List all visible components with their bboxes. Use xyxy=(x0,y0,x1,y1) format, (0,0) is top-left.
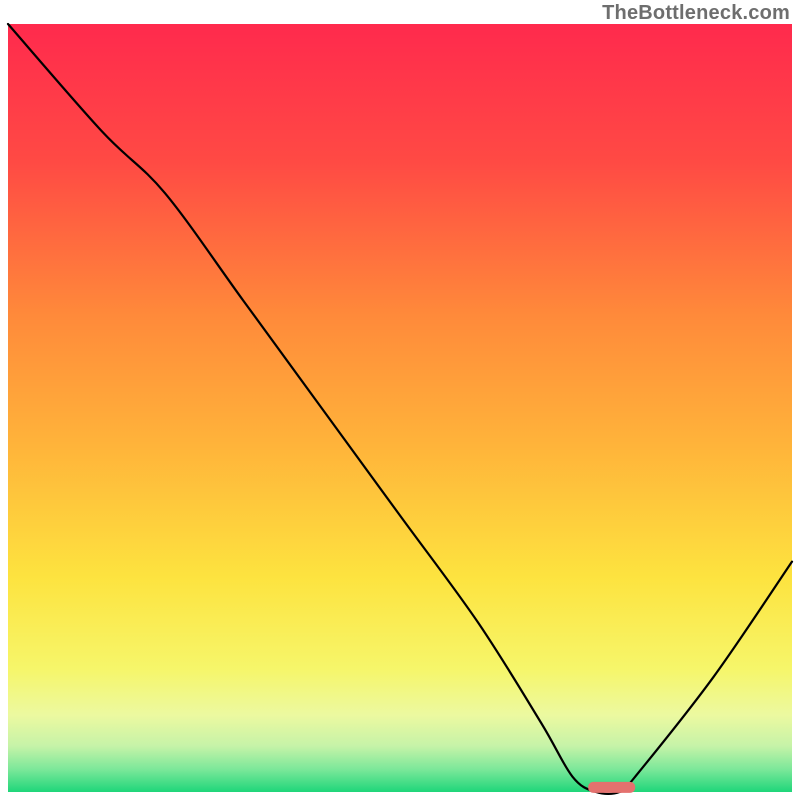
watermark-label: TheBottleneck.com xyxy=(602,2,790,25)
chart-container: TheBottleneck.com xyxy=(0,0,800,800)
bottleneck-chart xyxy=(8,24,792,792)
optimal-marker xyxy=(588,782,635,793)
gradient-background xyxy=(8,24,792,792)
